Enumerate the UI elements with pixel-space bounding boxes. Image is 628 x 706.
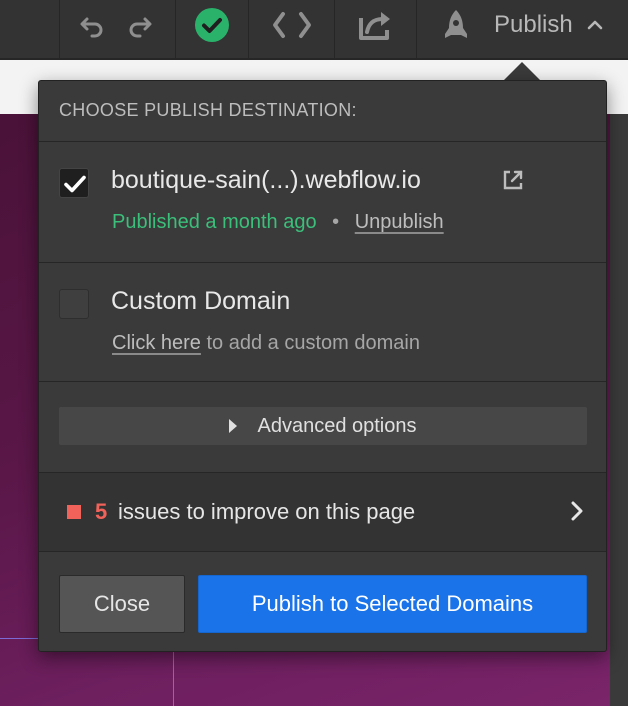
- undo-icon[interactable]: [76, 9, 108, 41]
- toolbar-divider: [248, 0, 249, 58]
- toolbar-divider: [175, 0, 176, 58]
- chevron-up-icon[interactable]: [586, 9, 604, 41]
- chevron-right-icon: [571, 501, 583, 521]
- issue-text: issues to improve on this page: [118, 499, 416, 524]
- close-button[interactable]: Close: [59, 575, 185, 633]
- guide-line-horizontal: [0, 638, 40, 639]
- publish-popover: CHOOSE PUBLISH DESTINATION: boutique-sai…: [38, 80, 607, 652]
- caret-right-icon: [229, 419, 238, 433]
- popover-header: CHOOSE PUBLISH DESTINATION:: [39, 81, 606, 142]
- webflow-domain-section: boutique-sain(...).webflow.io Published …: [39, 142, 606, 263]
- webflow-domain-name: boutique-sain(...).webflow.io: [111, 166, 421, 194]
- custom-domain-hint: Click here to add a custom domain: [112, 332, 420, 355]
- status-separator: •: [332, 211, 340, 233]
- published-status: Published a month ago: [112, 211, 317, 233]
- export-icon[interactable]: [356, 9, 396, 41]
- publish-menu-label[interactable]: Publish: [494, 9, 573, 41]
- custom-domain-section: Custom Domain Click here to add a custom…: [39, 263, 606, 382]
- unpublish-link[interactable]: Unpublish: [355, 211, 444, 233]
- guide-line-vertical: [173, 652, 174, 706]
- popover-caret: [504, 62, 540, 80]
- top-toolbar: Publish: [0, 0, 628, 60]
- issues-row[interactable]: 5 issues to improve on this page: [39, 472, 606, 552]
- issue-count: 5: [95, 499, 108, 524]
- toolbar-divider: [416, 0, 417, 58]
- toolbar-divider: [59, 0, 60, 58]
- external-link-icon[interactable]: [501, 168, 525, 192]
- popover-title: CHOOSE PUBLISH DESTINATION:: [59, 100, 357, 120]
- publish-selected-button[interactable]: Publish to Selected Domains: [198, 575, 587, 633]
- rocket-icon[interactable]: [438, 9, 474, 41]
- toolbar-divider: [334, 0, 335, 58]
- add-custom-domain-link[interactable]: Click here: [112, 332, 201, 354]
- canvas-scrollbar[interactable]: [610, 114, 628, 706]
- webflow-domain-checkbox[interactable]: [59, 168, 89, 198]
- issue-indicator-icon: [67, 505, 81, 519]
- advanced-options-toggle[interactable]: Advanced options: [59, 407, 587, 445]
- check-circle-icon[interactable]: [193, 8, 231, 42]
- webflow-status-line: Published a month ago • Unpublish: [112, 211, 444, 234]
- custom-domain-hint-text: to add a custom domain: [200, 332, 420, 354]
- code-icon[interactable]: [270, 9, 314, 41]
- advanced-options-label: Advanced options: [257, 414, 417, 437]
- checkmark-icon: [64, 175, 86, 193]
- custom-domain-checkbox[interactable]: [59, 289, 89, 319]
- custom-domain-title: Custom Domain: [111, 287, 291, 315]
- redo-icon[interactable]: [124, 9, 156, 41]
